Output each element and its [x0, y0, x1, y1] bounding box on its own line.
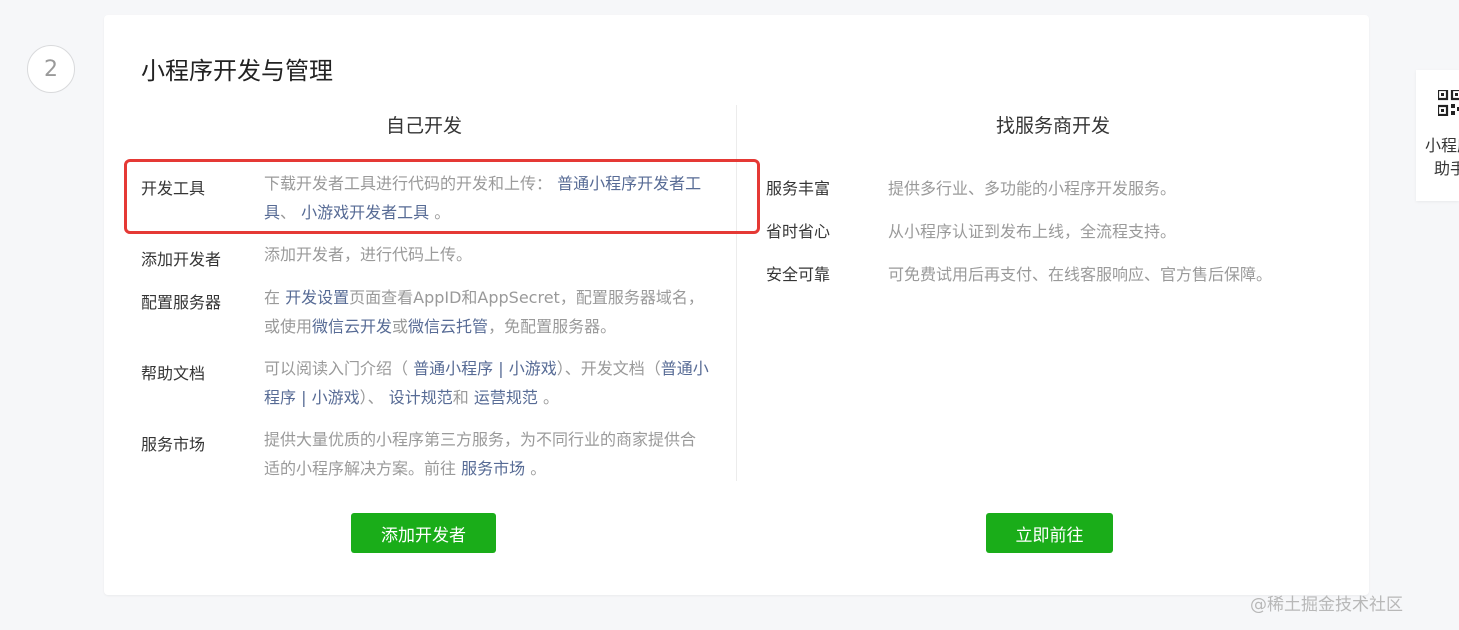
go-now-button[interactable]: 立即前往: [986, 513, 1113, 553]
row-desc: 在 开发设置页面查看AppID和AppSecret，配置服务器域名，或使用微信云…: [264, 288, 704, 336]
row-label: 配置服务器: [141, 293, 222, 312]
service-provider-title: 找服务商开发: [995, 115, 1110, 137]
docs-mini-game-link[interactable]: 小游戏: [312, 388, 360, 407]
card-title: 小程序开发与管理: [141, 57, 333, 85]
row-desc: 可免费试用后再支付、在线客服响应、官方售后保障。: [888, 265, 1273, 284]
self-develop-title: 自己开发: [385, 115, 462, 137]
row-desc: 添加开发者，进行代码上传。: [264, 245, 473, 264]
mini-program-assistant-panel[interactable]: 小程序 助手: [1416, 70, 1459, 201]
row-label: 帮助文档: [141, 364, 206, 383]
row-desc: 提供大量优质的小程序第三方服务，为不同行业的商家提供合适的小程序解决方案。前往 …: [264, 430, 697, 478]
row-desc: 下载开发者工具进行代码的开发和上传： 普通小程序开发者工具、 小游戏开发者工具 …: [264, 174, 702, 222]
operation-spec-link[interactable]: 运营规范: [474, 388, 538, 407]
design-spec-link[interactable]: 设计规范: [389, 388, 453, 407]
cloud-hosting-link[interactable]: 微信云托管: [408, 317, 488, 336]
intro-mini-game-link[interactable]: 小游戏: [509, 359, 557, 378]
assistant-label: 小程序 助手: [1425, 136, 1459, 178]
watermark: @稀土掘金技术社区: [1250, 595, 1403, 615]
dev-settings-link[interactable]: 开发设置: [285, 288, 349, 307]
row-label: 添加开发者: [141, 250, 222, 269]
qr-code-icon: [1438, 90, 1459, 116]
row-label: 服务市场: [141, 435, 206, 454]
row-label: 服务丰富: [766, 179, 831, 198]
mini-game-devtools-link[interactable]: 小游戏开发者工具: [301, 203, 429, 222]
row-desc: 从小程序认证到发布上线，全流程支持。: [888, 222, 1177, 241]
cloud-dev-link[interactable]: 微信云开发: [312, 317, 392, 336]
add-developer-button[interactable]: 添加开发者: [351, 513, 496, 553]
row-label: 省时省心: [766, 222, 831, 241]
service-market-link[interactable]: 服务市场: [461, 459, 525, 478]
row-label: 开发工具: [141, 179, 206, 198]
row-desc: 可以阅读入门介绍（ 普通小程序 | 小游戏）、开发文档（普通小程序 | 小游戏）…: [264, 359, 709, 407]
step-number-badge: 2: [27, 45, 75, 93]
row-desc: 提供多行业、多功能的小程序开发服务。: [888, 179, 1177, 198]
step-number: 2: [44, 56, 58, 82]
intro-mini-program-link[interactable]: 普通小程序: [413, 359, 493, 378]
dev-management-card: 小程序开发与管理 自己开发 找服务商开发 开发工具 下载开发者工具进行代码的开发…: [104, 15, 1369, 595]
row-label: 安全可靠: [766, 265, 831, 284]
